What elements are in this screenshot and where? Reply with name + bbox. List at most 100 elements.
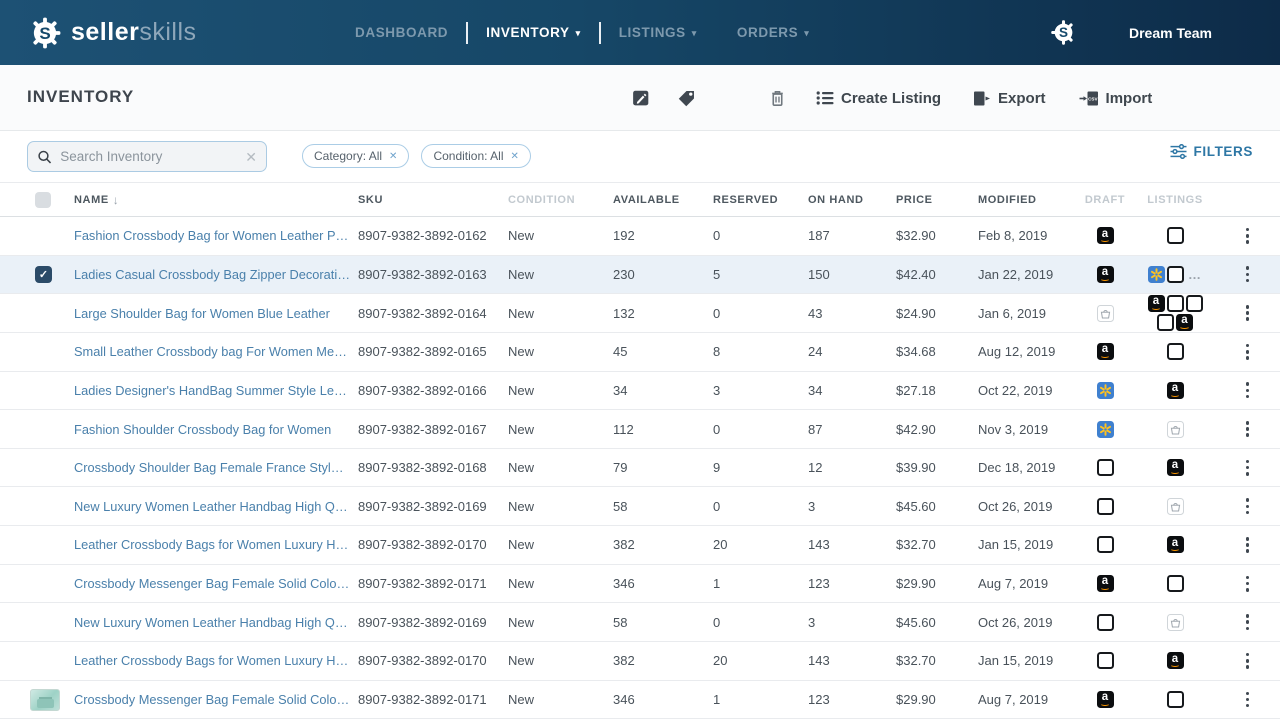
amazon-icon[interactable]: a [1097, 575, 1114, 592]
ebay-icon[interactable] [1167, 266, 1184, 283]
nav-dashboard[interactable]: DASHBOARD [355, 25, 448, 40]
walmart-icon[interactable] [1097, 421, 1114, 438]
team-logo-icon[interactable]: S [1050, 19, 1077, 46]
bulk-edit-button[interactable] [632, 89, 650, 107]
product-name-link[interactable]: Crossbody Messenger Bag Female Solid Col… [74, 692, 350, 707]
row-menu-kebab-icon[interactable] [1242, 456, 1254, 480]
listings-overflow-indicator[interactable]: … [1188, 267, 1202, 282]
product-name-link[interactable]: New Luxury Women Leather Handbag High Qu… [74, 615, 350, 630]
nav-orders[interactable]: ORDERS▾ [737, 25, 809, 40]
draft-cell: a [1075, 266, 1135, 283]
onhand-cell: 150 [800, 267, 888, 282]
nav-inventory[interactable]: INVENTORY▾ [486, 25, 581, 40]
remove-chip-icon[interactable]: ✕ [389, 151, 397, 162]
product-name-link[interactable]: Crossbody Shoulder Bag Female France Sty… [74, 460, 350, 475]
column-header-condition[interactable]: CONDITION [500, 194, 605, 206]
export-button[interactable]: Export [973, 90, 1046, 107]
brand[interactable]: S sellerskills [28, 0, 197, 65]
filters-button[interactable]: FILTERS [1170, 144, 1253, 159]
column-header-sku[interactable]: SKU [350, 194, 500, 206]
row-menu-kebab-icon[interactable] [1242, 301, 1254, 325]
ebay-icon[interactable] [1097, 652, 1114, 669]
product-name-link[interactable]: Ladies Designer's HandBag Summer Style L… [74, 383, 350, 398]
column-header-reserved[interactable]: RESERVED [705, 194, 800, 206]
column-header-modified[interactable]: MODIFIED [970, 194, 1075, 206]
reserved-cell: 0 [705, 615, 800, 630]
amazon-icon[interactable]: a [1148, 295, 1165, 312]
product-name-link[interactable]: Leather Crossbody Bags for Women Luxury … [74, 653, 350, 668]
walmart-icon[interactable] [1097, 382, 1114, 399]
product-name-link[interactable]: Large Shoulder Bag for Women Blue Leathe… [74, 306, 330, 321]
product-name-link[interactable]: Crossbody Messenger Bag Female Solid Col… [74, 576, 350, 591]
row-menu-kebab-icon[interactable] [1242, 533, 1254, 557]
marketplace-basket-icon[interactable] [1167, 614, 1184, 631]
marketplace-basket-icon[interactable] [1097, 305, 1114, 322]
row-menu-kebab-icon[interactable] [1242, 417, 1254, 441]
clear-search-icon[interactable]: ✕ [245, 150, 257, 164]
amazon-icon[interactable]: a [1097, 227, 1114, 244]
row-menu-kebab-icon[interactable] [1242, 224, 1254, 248]
ebay-icon[interactable] [1167, 343, 1184, 360]
inventory-toolbar: INVENTORY Create Listing Export CSV Impo… [0, 65, 1280, 131]
nav-listings[interactable]: LISTINGS▾ [619, 25, 697, 40]
column-header-draft[interactable]: DRAFT [1075, 194, 1135, 206]
product-name-link[interactable]: Leather Crossbody Bags for Women Luxury … [74, 537, 350, 552]
product-name-link[interactable]: Ladies Casual Crossbody Bag Zipper Decor… [74, 267, 350, 282]
marketplace-basket-icon[interactable] [1167, 421, 1184, 438]
ebay-icon[interactable] [1167, 295, 1184, 312]
ebay-icon[interactable] [1186, 295, 1203, 312]
row-menu-kebab-icon[interactable] [1242, 262, 1254, 286]
amazon-icon[interactable]: a [1097, 343, 1114, 360]
select-all-checkbox[interactable] [35, 192, 51, 208]
ebay-icon[interactable] [1167, 575, 1184, 592]
row-menu-kebab-icon[interactable] [1242, 649, 1254, 673]
ebay-icon[interactable] [1167, 691, 1184, 708]
remove-chip-icon[interactable]: ✕ [510, 151, 518, 162]
amazon-icon[interactable]: a [1167, 382, 1184, 399]
walmart-icon[interactable] [1148, 266, 1165, 283]
ebay-icon[interactable] [1167, 227, 1184, 244]
available-cell: 346 [605, 692, 705, 707]
search-input[interactable] [60, 149, 237, 164]
row-menu-kebab-icon[interactable] [1242, 688, 1254, 712]
amazon-icon[interactable]: a [1176, 314, 1193, 331]
marketplace-basket-icon[interactable] [1167, 498, 1184, 515]
amazon-icon[interactable]: a [1097, 691, 1114, 708]
product-name-link[interactable]: Fashion Shoulder Crossbody Bag for Women [74, 422, 331, 437]
row-checkbox-checked[interactable]: ✓ [35, 266, 52, 283]
row-menu-kebab-icon[interactable] [1242, 378, 1254, 402]
amazon-icon[interactable]: a [1167, 459, 1184, 476]
column-header-name[interactable]: NAME↓ [66, 193, 350, 207]
column-header-available[interactable]: AVAILABLE [605, 194, 705, 206]
team-name[interactable]: Dream Team [1129, 25, 1212, 41]
import-button[interactable]: CSV Import [1079, 90, 1153, 107]
column-header-onhand[interactable]: ON HAND [800, 194, 888, 206]
amazon-icon[interactable]: a [1097, 266, 1114, 283]
amazon-icon[interactable]: a [1167, 536, 1184, 553]
column-header-listings[interactable]: LISTINGS [1135, 194, 1215, 206]
row-menu-kebab-icon[interactable] [1242, 610, 1254, 634]
filter-chip-condition[interactable]: Condition: All✕ [421, 144, 530, 168]
product-name-link[interactable]: New Luxury Women Leather Handbag High Qu… [74, 499, 350, 514]
ebay-icon[interactable] [1097, 498, 1114, 515]
delete-button[interactable] [769, 89, 786, 107]
reserved-cell: 0 [705, 499, 800, 514]
select-all-cell [0, 192, 66, 208]
row-menu-kebab-icon[interactable] [1242, 494, 1254, 518]
row-menu-kebab-icon[interactable] [1242, 340, 1254, 364]
ebay-icon[interactable] [1097, 459, 1114, 476]
column-header-price[interactable]: PRICE [888, 194, 970, 206]
ebay-icon[interactable] [1097, 536, 1114, 553]
product-name-link[interactable]: Fashion Crossbody Bag for Women Leather … [74, 228, 350, 243]
row-menu-kebab-icon[interactable] [1242, 572, 1254, 596]
amazon-icon[interactable]: a [1167, 652, 1184, 669]
row-actions-cell [1215, 688, 1280, 712]
create-listing-button[interactable]: Create Listing [816, 90, 941, 107]
ebay-icon[interactable] [1157, 314, 1174, 331]
product-name-link[interactable]: Small Leather Crossbody bag For Women Me… [74, 344, 350, 359]
search-box[interactable]: ✕ [27, 141, 267, 172]
filter-chip-category[interactable]: Category: All✕ [302, 144, 409, 168]
ebay-icon[interactable] [1097, 614, 1114, 631]
product-thumbnail[interactable] [30, 689, 60, 711]
tag-button[interactable] [677, 89, 696, 108]
